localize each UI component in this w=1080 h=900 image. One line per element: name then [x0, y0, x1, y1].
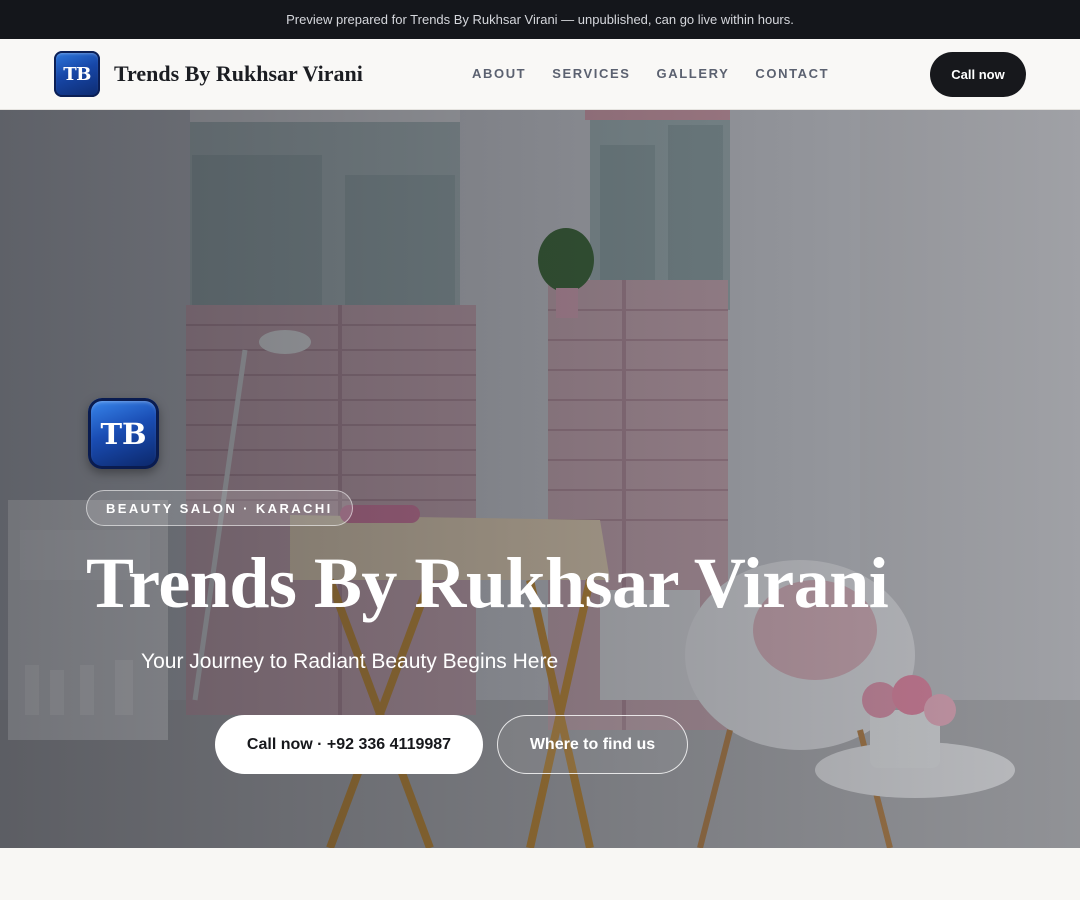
category-badge: BEAUTY SALON · KARACHI: [86, 490, 353, 526]
nav-link-about[interactable]: ABOUT: [472, 66, 526, 81]
nav-link-gallery[interactable]: GALLERY: [657, 66, 730, 81]
site-header: TB Trends By Rukhsar Virani ABOUT SERVIC…: [0, 39, 1080, 110]
hero-title: Trends By Rukhsar Virani: [86, 543, 889, 623]
brand-name[interactable]: Trends By Rukhsar Virani: [114, 61, 363, 87]
announcement-bar: Preview prepared for Trends By Rukhsar V…: [0, 0, 1080, 39]
brand-logo-text: TB: [63, 63, 91, 85]
hero-section: TB BEAUTY SALON · KARACHI Trends By Rukh…: [0, 110, 1080, 848]
find-us-button[interactable]: Where to find us: [497, 715, 688, 774]
nav-link-contact[interactable]: CONTACT: [755, 66, 829, 81]
main-nav: ABOUT SERVICES GALLERY CONTACT: [472, 66, 829, 81]
hero-subtitle: Your Journey to Radiant Beauty Begins He…: [141, 650, 559, 673]
next-section: [0, 848, 1080, 900]
call-now-button[interactable]: Call now · +92 336 4119987: [215, 715, 483, 774]
hero-logo: TB: [88, 398, 159, 469]
brand-logo[interactable]: TB: [54, 51, 100, 97]
nav-call-button[interactable]: Call now: [930, 52, 1026, 97]
nav-link-services[interactable]: SERVICES: [552, 66, 630, 81]
announcement-text: Preview prepared for Trends By Rukhsar V…: [286, 12, 794, 27]
hero-logo-text: TB: [100, 416, 147, 451]
